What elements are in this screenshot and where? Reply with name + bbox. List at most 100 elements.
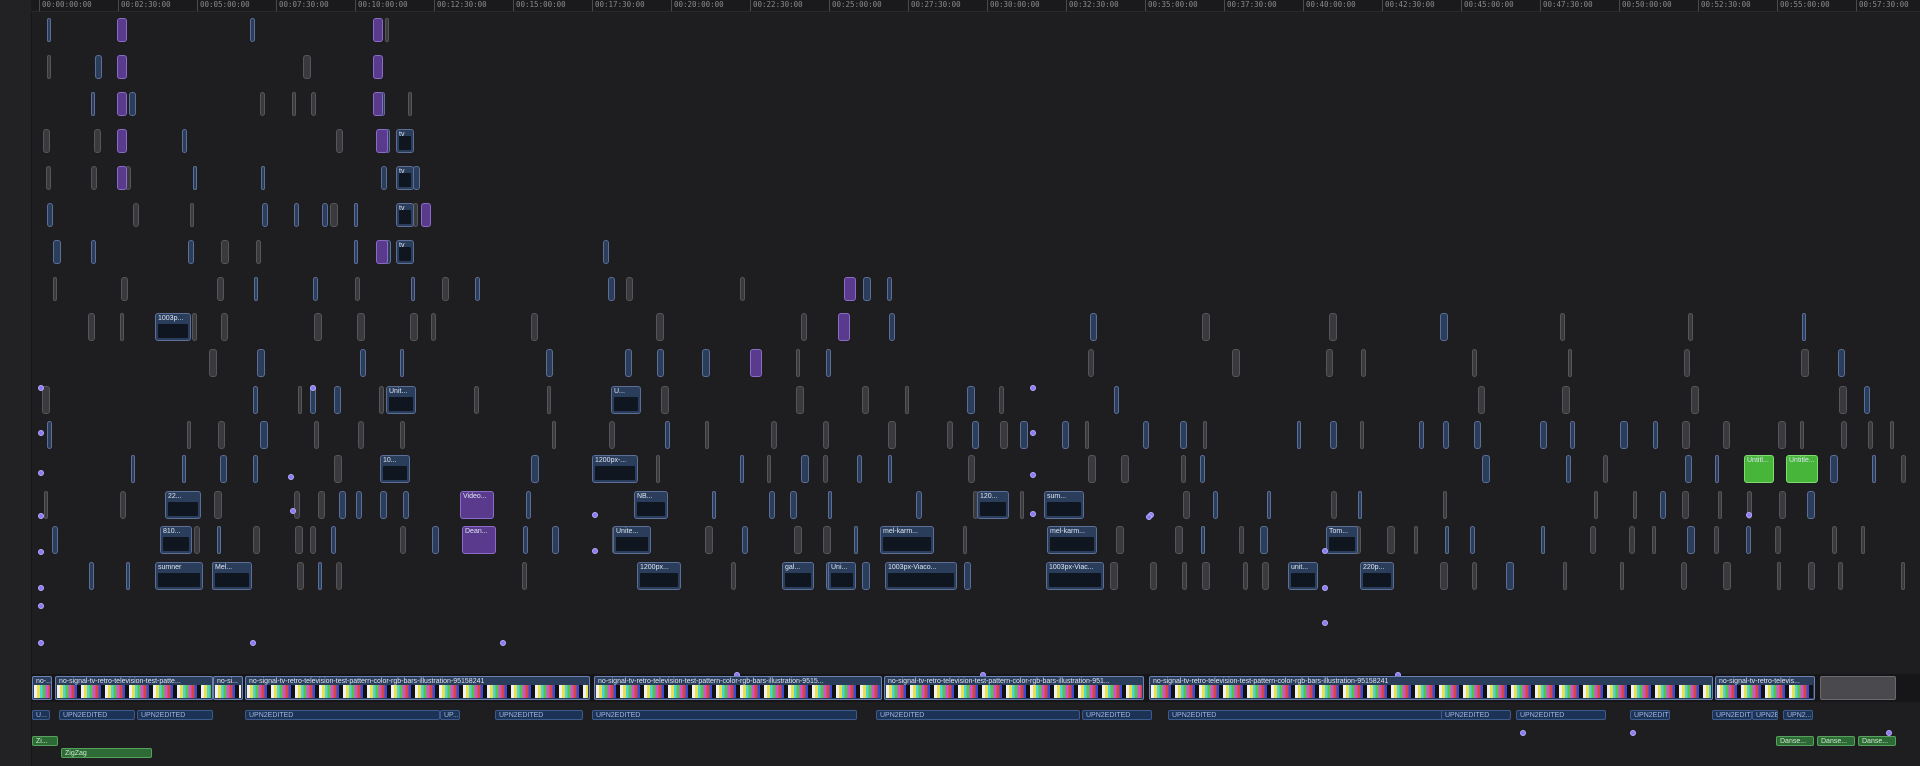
connected-clip[interactable] — [1482, 455, 1490, 483]
connected-clip[interactable] — [182, 129, 187, 153]
connected-clip[interactable] — [552, 421, 556, 449]
connected-clip[interactable] — [796, 386, 804, 414]
connected-clip[interactable] — [313, 277, 318, 301]
marker-icon[interactable] — [592, 512, 598, 518]
connected-clip[interactable] — [826, 349, 831, 377]
connected-clip[interactable] — [336, 129, 343, 153]
primary-clip[interactable]: no-signal-tv-retro-television-test-patte… — [884, 676, 1144, 700]
audio-clip[interactable]: UPN2EDITED — [592, 710, 857, 720]
connected-clip[interactable] — [410, 313, 418, 341]
connected-clip[interactable] — [42, 386, 50, 414]
connected-clip[interactable] — [1682, 491, 1689, 519]
connected-clip[interactable] — [1652, 526, 1656, 554]
connected-clip[interactable] — [1329, 313, 1337, 341]
primary-clip[interactable]: no-signal-tv-retro-television-test-patte… — [245, 676, 590, 700]
title-clip[interactable] — [376, 240, 388, 264]
connected-clip[interactable] — [52, 526, 58, 554]
connected-clip[interactable] — [298, 386, 302, 414]
connected-clip[interactable] — [1832, 526, 1837, 554]
connected-clip[interactable] — [129, 92, 136, 116]
marker-icon[interactable] — [500, 640, 506, 646]
connected-clip[interactable] — [250, 18, 255, 42]
connected-clip[interactable] — [360, 349, 366, 377]
connected-clip[interactable] — [790, 491, 797, 519]
connected-clip[interactable] — [188, 240, 194, 264]
connected-clip[interactable]: 1003p... — [155, 313, 191, 341]
connected-clip[interactable] — [221, 313, 228, 341]
connected-clip[interactable] — [256, 240, 261, 264]
connected-clip[interactable] — [1603, 455, 1608, 483]
connected-clip[interactable] — [261, 166, 265, 190]
music-clip[interactable]: Danse... — [1858, 736, 1896, 746]
marker-icon[interactable] — [250, 640, 256, 646]
audio-clip[interactable]: UP... — [440, 710, 460, 720]
connected-clip[interactable] — [91, 166, 97, 190]
connected-clip[interactable] — [801, 455, 809, 483]
connected-clip[interactable] — [1590, 526, 1596, 554]
connected-clip[interactable] — [400, 349, 404, 377]
connected-clip[interactable] — [1807, 491, 1815, 519]
connected-clip[interactable] — [1201, 526, 1205, 554]
connected-clip[interactable] — [657, 349, 664, 377]
connected-clip[interactable]: 1003px-Viac... — [1046, 562, 1104, 590]
connected-clip[interactable] — [1890, 421, 1894, 449]
connected-clip[interactable] — [1800, 421, 1804, 449]
connected-clip[interactable] — [1000, 421, 1008, 449]
connected-clip[interactable]: NB... — [634, 491, 668, 519]
connected-clip[interactable] — [1838, 562, 1843, 590]
audio-clip[interactable]: U... — [32, 710, 50, 720]
connected-clip[interactable] — [1723, 421, 1730, 449]
connected-clip[interactable] — [603, 240, 609, 264]
connected-clip[interactable] — [43, 129, 50, 153]
marker-icon[interactable] — [38, 640, 44, 646]
connected-clip[interactable] — [1901, 455, 1906, 483]
connected-clip[interactable] — [214, 491, 222, 519]
marker-icon[interactable] — [1520, 730, 1526, 736]
connected-clip[interactable] — [380, 491, 387, 519]
connected-clip[interactable] — [357, 313, 365, 341]
connected-clip[interactable]: sumner — [155, 562, 203, 590]
connected-clip[interactable] — [88, 313, 95, 341]
marker-icon[interactable] — [1322, 585, 1328, 591]
connected-clip[interactable]: 1200px... — [637, 562, 681, 590]
music-clip[interactable]: Danse... — [1817, 736, 1855, 746]
connected-clip[interactable]: Untitle... — [1786, 455, 1818, 483]
connected-clip[interactable] — [863, 277, 871, 301]
connected-clip[interactable] — [742, 526, 748, 554]
connected-clip[interactable] — [888, 421, 896, 449]
connected-clip[interactable] — [526, 491, 531, 519]
connected-clip[interactable] — [209, 349, 217, 377]
audio-clip[interactable]: UPN2EDITED — [1168, 710, 1448, 720]
connected-clip[interactable] — [310, 526, 316, 554]
connected-clip[interactable]: sum... — [1044, 491, 1084, 519]
connected-clip[interactable] — [1718, 491, 1722, 519]
connected-clip[interactable] — [1331, 491, 1337, 519]
marker-icon[interactable] — [310, 385, 316, 391]
connected-clip[interactable] — [1723, 562, 1731, 590]
connected-clip[interactable] — [339, 491, 346, 519]
connected-clip[interactable] — [336, 562, 342, 590]
connected-clip[interactable] — [522, 562, 527, 590]
connected-clip[interactable]: unit... — [1288, 562, 1318, 590]
connected-clip[interactable] — [1563, 562, 1567, 590]
title-clip[interactable] — [117, 129, 127, 153]
audio-clip[interactable]: UPN2EDITED — [1082, 710, 1152, 720]
connected-clip[interactable] — [1506, 562, 1514, 590]
connected-clip[interactable] — [1361, 349, 1366, 377]
audio-clip[interactable]: UPN2EDITED — [1516, 710, 1606, 720]
connected-clip[interactable] — [531, 455, 539, 483]
connected-clip[interactable] — [1330, 421, 1337, 449]
connected-clip[interactable] — [220, 455, 227, 483]
connected-clip[interactable]: Untitl... — [1744, 455, 1774, 483]
connected-clip[interactable] — [1088, 455, 1096, 483]
connected-clip[interactable] — [314, 421, 319, 449]
connected-clip[interactable] — [217, 526, 221, 554]
audio-clip[interactable]: UPN2EDITED — [876, 710, 1080, 720]
marker-icon[interactable] — [38, 513, 44, 519]
connected-clip[interactable] — [1841, 421, 1847, 449]
timeline[interactable]: 00:00:00:00 00:02:30:00 00:05:00:00 00:07:3… — [0, 0, 1920, 766]
connected-clip[interactable] — [905, 386, 909, 414]
connected-clip[interactable] — [1682, 421, 1690, 449]
connected-clip[interactable] — [705, 421, 709, 449]
music-clip[interactable]: Danse... — [1776, 736, 1814, 746]
